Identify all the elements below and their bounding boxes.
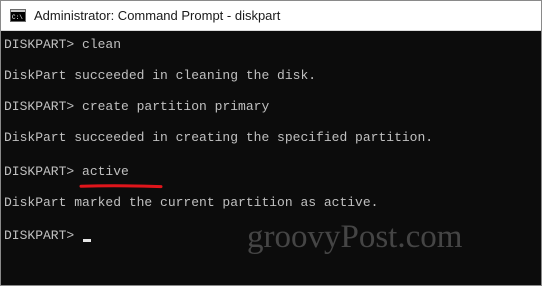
prompt: DISKPART> [4,228,83,243]
prompt: DISKPART> [4,37,83,52]
text-cursor [83,239,91,242]
watermark: groovyPost.com [247,219,463,255]
console-line-2: DiskPart succeeded in cleaning the disk. [4,68,316,84]
output-text: DiskPart marked the current partition as… [4,195,379,210]
output-text: DiskPart succeeded in creating the speci… [4,130,434,145]
prompt: DISKPART> [4,164,83,179]
output-text: DiskPart succeeded in cleaning the disk. [4,68,317,83]
console-line-3: DISKPART> create partition primary [4,99,269,115]
window-title: Administrator: Command Prompt - diskpart [34,8,281,23]
console-line-6: DiskPart marked the current partition as… [4,195,378,211]
red-underline-annotation [79,184,163,189]
command-text: clean [82,37,122,52]
title-bar[interactable]: C:\ Administrator: Command Prompt - disk… [1,1,541,31]
svg-text:C:\: C:\ [12,14,23,21]
console-line-5: DISKPART> active [4,164,129,180]
console-line-1: DISKPART> clean [4,37,121,53]
command-prompt-icon: C:\ [10,9,26,22]
console-line-7: DISKPART> [4,228,82,244]
prompt: DISKPART> [4,99,83,114]
command-text: create partition primary [82,99,270,114]
console-line-4: DiskPart succeeded in creating the speci… [4,130,433,146]
highlighted-command: active [82,164,129,179]
console-output[interactable]: DISKPART> clean DiskPart succeeded in cl… [1,31,541,285]
command-prompt-window: C:\ Administrator: Command Prompt - disk… [0,0,542,286]
